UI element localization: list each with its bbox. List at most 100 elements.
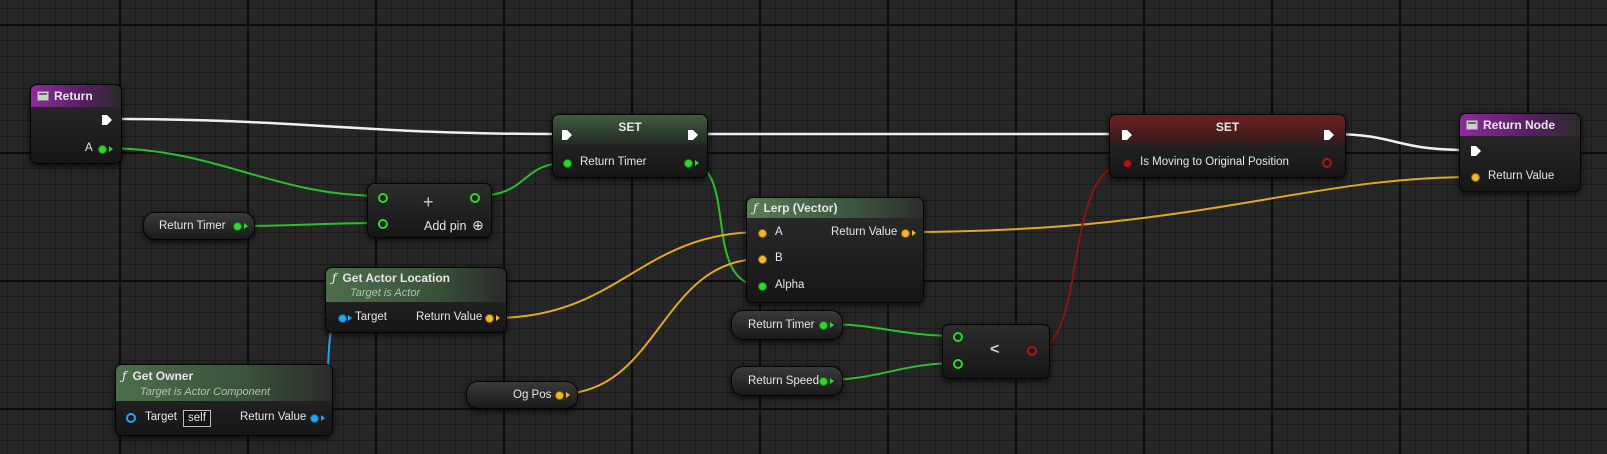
target-in-pin[interactable] xyxy=(338,314,347,323)
set-is-moving-node[interactable]: SET Is Moving to Original Position xyxy=(1109,114,1346,178)
pin-a-out[interactable] xyxy=(98,145,107,154)
pin-arrow xyxy=(695,160,699,166)
pin-arrow xyxy=(348,315,352,321)
float-wire xyxy=(235,222,384,227)
get-owner-subtitle: Target is Actor Component xyxy=(140,386,271,398)
return-node-title: Return Node xyxy=(1483,118,1555,132)
add-pin-icon[interactable]: ⊕ xyxy=(472,217,484,234)
lerp-return-out-pin[interactable] xyxy=(901,229,910,238)
return-value-in-pin[interactable] xyxy=(1471,173,1480,182)
get-owner-title: Get Owner xyxy=(132,369,194,383)
is-moving-out-pin[interactable] xyxy=(1322,158,1332,168)
return-event-header: Return xyxy=(31,85,121,107)
return-node-icon xyxy=(1466,120,1478,130)
return-timer-out-pin[interactable] xyxy=(233,222,242,231)
pin-arrow xyxy=(321,415,325,421)
exec-wire xyxy=(1329,132,1471,152)
lerp-title: Lerp (Vector) xyxy=(763,201,838,215)
self-value-field[interactable]: self xyxy=(183,410,211,427)
add-in-pin-1[interactable] xyxy=(378,193,388,203)
float-wire xyxy=(822,323,959,337)
function-icon: ƒ xyxy=(332,271,337,285)
less-than-symbol: < xyxy=(990,341,1000,358)
lerp-b-label: B xyxy=(775,252,783,264)
return-value-label: Return Value xyxy=(240,411,307,423)
lerp-alpha-in-pin[interactable] xyxy=(758,282,767,291)
lerp-header: ƒ Lerp (Vector) xyxy=(747,198,923,218)
og-pos-getter[interactable]: Og Pos xyxy=(466,381,578,409)
set-pin-label: Is Moving to Original Position xyxy=(1140,156,1289,168)
return-node-header: Return Node xyxy=(1460,114,1580,136)
pin-arrow xyxy=(566,392,570,398)
return-timer-getter-1[interactable]: Return Timer xyxy=(143,212,255,240)
pin-a-label: A xyxy=(85,142,93,154)
set-title: SET xyxy=(618,120,642,134)
get-actor-location-subtitle: Target is Actor xyxy=(350,287,421,299)
pin-arrow xyxy=(496,315,500,321)
target-in-pin[interactable] xyxy=(126,413,136,423)
lerp-b-in-pin[interactable] xyxy=(758,255,767,264)
exec-in-pin[interactable] xyxy=(561,129,573,141)
exec-out-pin[interactable] xyxy=(687,129,699,141)
add-out-pin[interactable] xyxy=(470,193,480,203)
return-speed-label: Return Speed xyxy=(748,375,819,387)
pin-arrow xyxy=(912,230,916,236)
lerp-return-value-label: Return Value xyxy=(831,226,898,238)
pin-arrow xyxy=(830,378,834,384)
float-wire xyxy=(101,147,384,197)
pin-arrow xyxy=(109,146,113,152)
target-label: Target xyxy=(145,411,177,423)
og-pos-label: Og Pos xyxy=(513,389,552,401)
add-pin-label[interactable]: Add pin xyxy=(424,219,466,233)
less-than-out-pin[interactable] xyxy=(1027,346,1037,356)
return-speed-out-pin[interactable] xyxy=(819,377,828,386)
return-value-label: Return Value xyxy=(1488,170,1555,182)
pin-arrow xyxy=(830,322,834,328)
function-icon: ƒ xyxy=(753,201,758,215)
exec-out-pin[interactable] xyxy=(1323,129,1335,141)
return-timer-out-pin[interactable] xyxy=(819,321,828,330)
get-owner-node[interactable]: ƒ Get Owner Target is Actor Component Ta… xyxy=(115,364,333,436)
add-symbol: + xyxy=(423,192,434,212)
return-timer-getter-2[interactable]: Return Timer xyxy=(731,310,843,340)
return-node[interactable]: Return Node Return Value xyxy=(1459,113,1581,192)
return-timer-label: Return Timer xyxy=(159,220,226,232)
float-wire xyxy=(822,362,959,381)
lerp-a-label: A xyxy=(775,226,783,238)
return-speed-getter[interactable]: Return Speed xyxy=(731,366,843,396)
og-pos-out-pin[interactable] xyxy=(555,391,564,400)
set-pin-label: Return Timer xyxy=(580,156,647,168)
set-title: SET xyxy=(1215,120,1240,134)
function-icon: ƒ xyxy=(122,369,127,383)
less-than-in-pin-2[interactable] xyxy=(953,359,963,369)
lerp-a-in-pin[interactable] xyxy=(758,229,767,238)
add-node[interactable]: + Add pin ⊕ xyxy=(367,183,492,238)
exec-wire xyxy=(111,117,557,136)
return-timer-out-pin[interactable] xyxy=(684,159,693,168)
exec-in-pin[interactable] xyxy=(1121,129,1133,141)
lerp-alpha-label: Alpha xyxy=(775,279,805,291)
return-value-out-pin[interactable] xyxy=(485,314,494,323)
event-icon xyxy=(37,91,49,101)
vector-wire xyxy=(905,176,1476,233)
add-in-pin-2[interactable] xyxy=(378,219,388,229)
exec-out-pin[interactable] xyxy=(101,114,113,126)
pin-arrow xyxy=(244,223,248,229)
set-return-timer-node[interactable]: SET Return Timer xyxy=(552,114,708,178)
is-moving-in-pin[interactable] xyxy=(1123,159,1132,168)
get-actor-location-title: Get Actor Location xyxy=(342,271,451,285)
get-actor-location-header: ƒ Get Actor Location Target is Actor xyxy=(326,268,506,302)
get-actor-location-node[interactable]: ƒ Get Actor Location Target is Actor Tar… xyxy=(325,267,507,333)
lerp-vector-node[interactable]: ƒ Lerp (Vector) A Return Value B Alpha xyxy=(746,197,924,303)
target-label: Target xyxy=(355,311,387,323)
less-than-node[interactable]: < xyxy=(942,324,1050,379)
return-event-node[interactable]: Return A xyxy=(30,84,122,164)
return-value-label: Return Value xyxy=(416,311,483,323)
less-than-in-pin-1[interactable] xyxy=(953,332,963,342)
get-owner-header: ƒ Get Owner Target is Actor Component xyxy=(116,365,332,401)
set-header: SET xyxy=(1110,115,1345,147)
exec-in-pin[interactable] xyxy=(1470,145,1482,157)
return-event-title: Return xyxy=(54,89,93,103)
return-timer-in-pin[interactable] xyxy=(563,159,572,168)
return-value-out-pin[interactable] xyxy=(310,414,319,423)
